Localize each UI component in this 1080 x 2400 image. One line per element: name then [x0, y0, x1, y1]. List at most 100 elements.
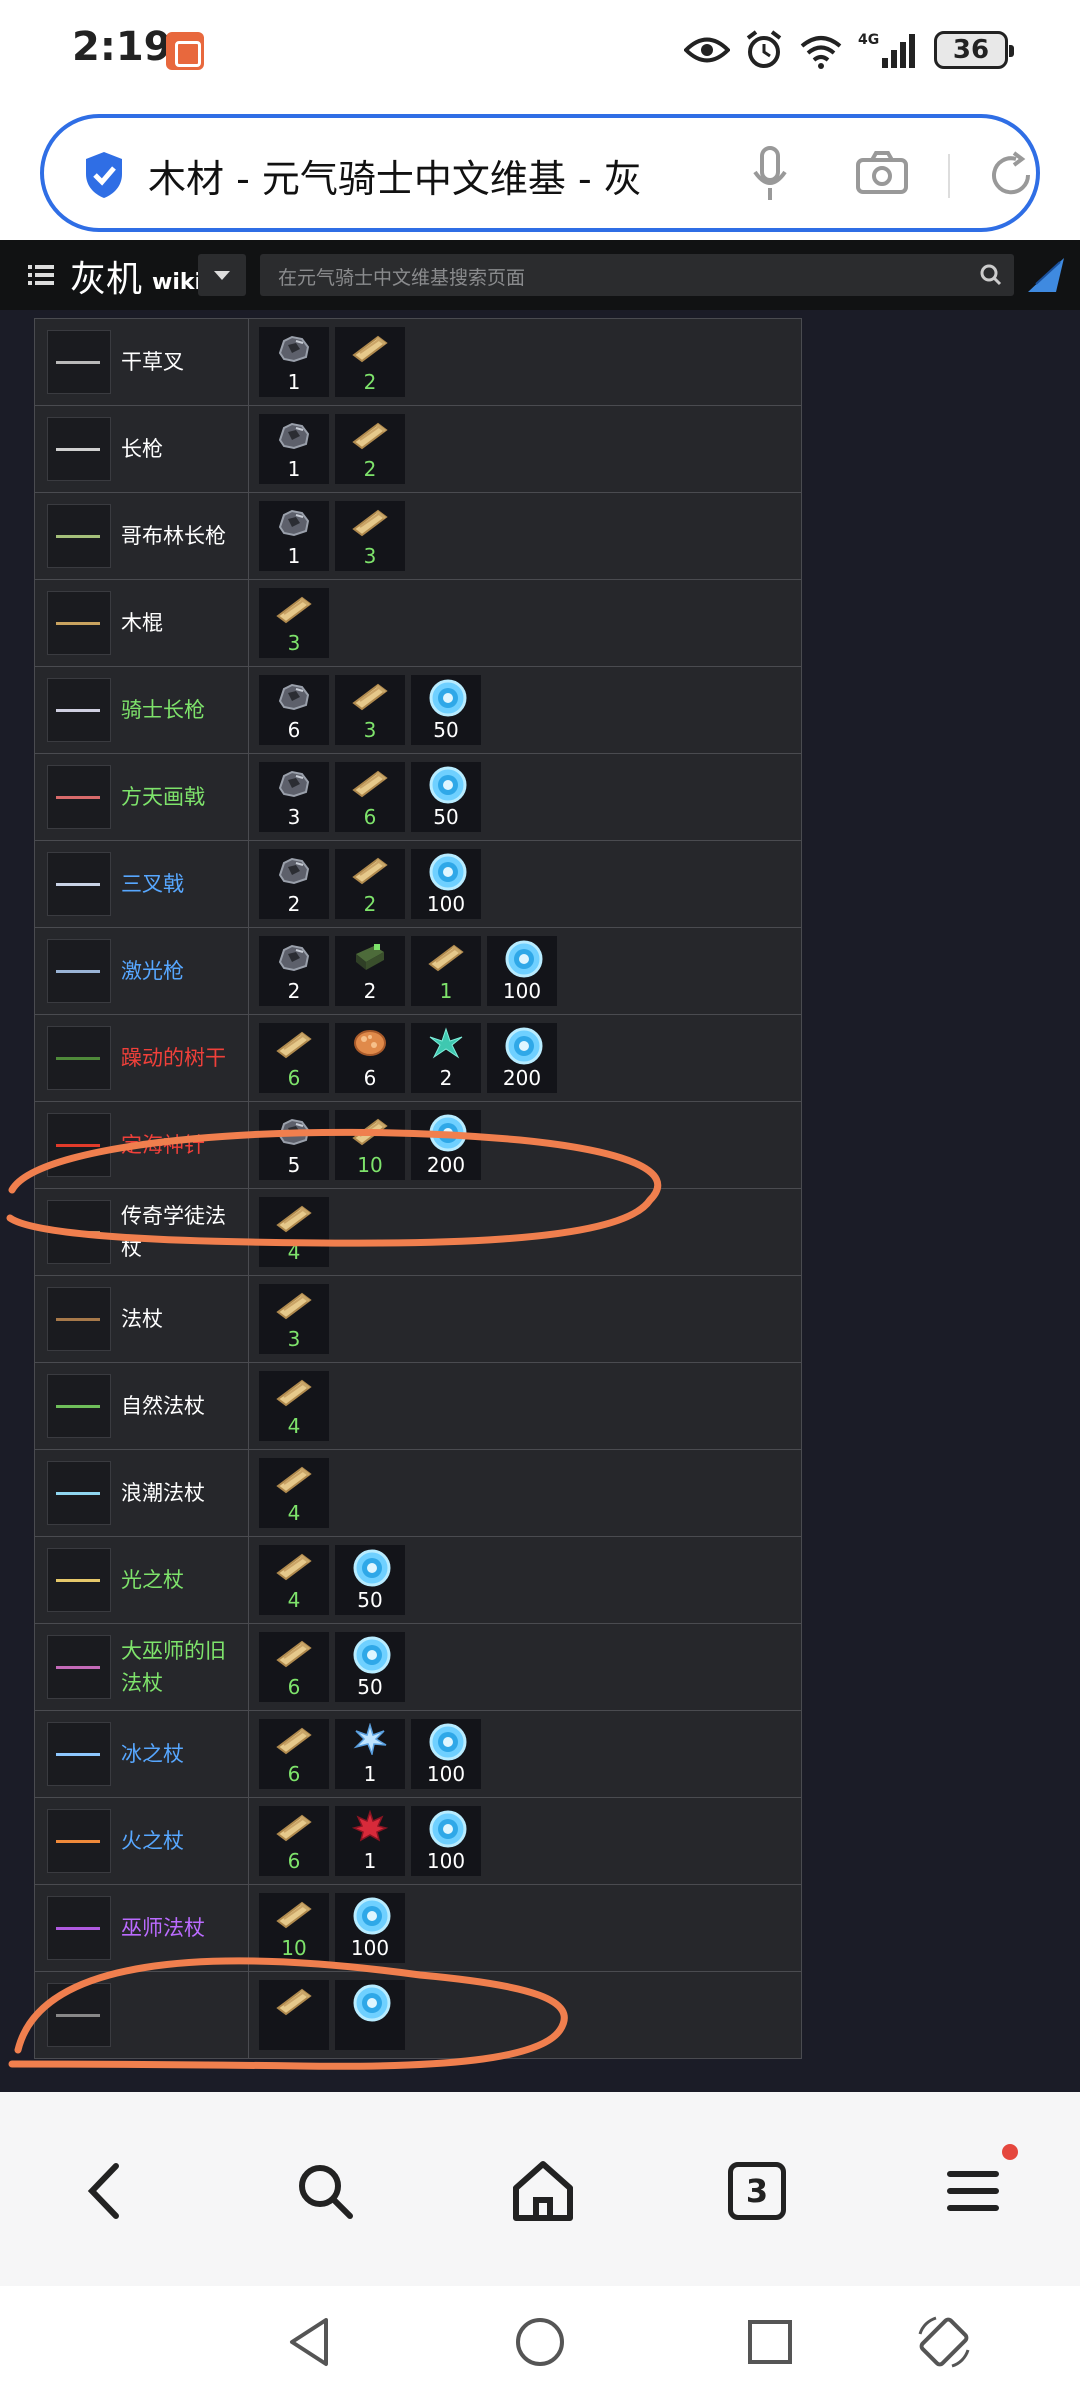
weapon-name-link[interactable]: 传奇学徒法杖 — [121, 1200, 238, 1264]
reload-icon[interactable] — [986, 150, 1036, 204]
material-item[interactable]: 200 — [487, 1023, 557, 1093]
material-item[interactable]: 10 — [259, 1893, 329, 1963]
material-item[interactable]: 1 — [259, 327, 329, 397]
weapon-name-link[interactable]: 哥布林长枪 — [121, 520, 226, 552]
weapon-name-link[interactable]: 法杖 — [121, 1303, 163, 1335]
weapon-name-link[interactable]: 三叉戟 — [121, 868, 184, 900]
material-item[interactable] — [335, 1980, 405, 2050]
material-item[interactable] — [259, 1980, 329, 2050]
material-item[interactable]: 4 — [259, 1197, 329, 1267]
weapon-icon[interactable] — [47, 1026, 111, 1090]
weapon-icon[interactable] — [47, 1200, 111, 1264]
weapon-icon[interactable] — [47, 417, 111, 481]
material-item[interactable]: 3 — [259, 588, 329, 658]
tabs-button[interactable]: 3 — [728, 2162, 786, 2220]
weapon-name-link[interactable]: 干草叉 — [121, 346, 184, 378]
nav-home-icon[interactable] — [512, 2314, 568, 2374]
material-item[interactable]: 2 — [335, 936, 405, 1006]
weapon-name-link[interactable]: 自然法杖 — [121, 1390, 205, 1422]
rotate-screen-icon[interactable] — [914, 2314, 974, 2374]
search-icon[interactable] — [290, 2156, 360, 2226]
material-item[interactable]: 3 — [335, 501, 405, 571]
material-item[interactable]: 4 — [259, 1458, 329, 1528]
nav-recents-icon[interactable] — [742, 2314, 798, 2374]
material-item[interactable]: 200 — [411, 1110, 481, 1180]
weapon-icon[interactable] — [47, 1287, 111, 1351]
brand-icon[interactable] — [1026, 256, 1066, 298]
weapon-name-link[interactable]: 冰之杖 — [121, 1738, 184, 1770]
weapon-icon[interactable] — [47, 1896, 111, 1960]
material-item[interactable]: 1 — [335, 1719, 405, 1789]
weapon-name-link[interactable]: 巫师法杖 — [121, 1912, 205, 1944]
material-item[interactable]: 6 — [259, 1632, 329, 1702]
material-item[interactable]: 50 — [335, 1632, 405, 1702]
material-item[interactable]: 2 — [259, 936, 329, 1006]
weapon-name-link[interactable]: 木棍 — [121, 607, 163, 639]
material-item[interactable]: 1 — [259, 414, 329, 484]
home-icon[interactable] — [508, 2156, 578, 2226]
material-item[interactable]: 6 — [335, 762, 405, 832]
weapon-icon[interactable] — [47, 504, 111, 568]
weapon-name-link[interactable]: 火之杖 — [121, 1825, 184, 1857]
material-item[interactable]: 50 — [411, 675, 481, 745]
weapon-icon[interactable] — [47, 1983, 111, 2047]
material-item[interactable]: 1 — [259, 501, 329, 571]
material-item[interactable]: 5 — [259, 1110, 329, 1180]
material-item[interactable]: 6 — [259, 1023, 329, 1093]
material-item[interactable]: 6 — [259, 1806, 329, 1876]
wiki-search-input[interactable]: 在元气骑士中文维基搜索页面 — [260, 254, 1014, 296]
material-item[interactable]: 6 — [335, 1023, 405, 1093]
material-item[interactable]: 2 — [335, 849, 405, 919]
material-item[interactable]: 6 — [259, 1719, 329, 1789]
material-item[interactable]: 3 — [259, 1284, 329, 1354]
material-item[interactable]: 100 — [411, 1806, 481, 1876]
weapon-icon[interactable] — [47, 678, 111, 742]
material-item[interactable]: 100 — [411, 1719, 481, 1789]
weapon-icon[interactable] — [47, 591, 111, 655]
weapon-icon[interactable] — [47, 1461, 111, 1525]
weapon-icon[interactable] — [47, 765, 111, 829]
material-item[interactable]: 6 — [259, 675, 329, 745]
weapon-icon[interactable] — [47, 1548, 111, 1612]
weapon-name-link[interactable]: 躁动的树干 — [121, 1042, 226, 1074]
weapon-icon[interactable] — [47, 852, 111, 916]
weapon-icon[interactable] — [47, 1113, 111, 1177]
menu-icon[interactable] — [938, 2156, 1008, 2226]
weapon-icon[interactable] — [47, 1722, 111, 1786]
weapon-icon[interactable] — [47, 939, 111, 1003]
material-item[interactable]: 100 — [487, 936, 557, 1006]
weapon-name-link[interactable]: 长枪 — [121, 433, 163, 465]
weapon-name-link[interactable]: 光之杖 — [121, 1564, 184, 1596]
material-item[interactable]: 50 — [411, 762, 481, 832]
shield-icon[interactable] — [82, 150, 126, 204]
material-item[interactable]: 3 — [335, 675, 405, 745]
weapon-name-link[interactable]: 骑士长枪 — [121, 694, 205, 726]
page-title-in-url[interactable]: 木材 - 元气骑士中文维基 - 灰 — [148, 148, 718, 198]
material-item[interactable]: 100 — [335, 1893, 405, 1963]
material-item[interactable]: 100 — [411, 849, 481, 919]
back-icon[interactable] — [72, 2156, 142, 2226]
material-item[interactable]: 4 — [259, 1545, 329, 1615]
weapon-name-link[interactable]: 浪潮法杖 — [121, 1477, 205, 1509]
material-item[interactable]: 1 — [335, 1806, 405, 1876]
weapon-name-link[interactable]: 大巫师的旧法杖 — [121, 1635, 238, 1699]
menu-icon[interactable] — [28, 260, 54, 290]
material-item[interactable]: 1 — [411, 936, 481, 1006]
material-item[interactable]: 3 — [259, 762, 329, 832]
material-item[interactable]: 2 — [259, 849, 329, 919]
material-item[interactable]: 2 — [411, 1023, 481, 1093]
material-item[interactable]: 2 — [335, 327, 405, 397]
material-item[interactable]: 4 — [259, 1371, 329, 1441]
weapon-icon[interactable] — [47, 1374, 111, 1438]
microphone-icon[interactable] — [752, 146, 788, 206]
weapon-icon[interactable] — [47, 330, 111, 394]
weapon-name-link[interactable]: 定海神针 — [121, 1129, 205, 1161]
material-item[interactable]: 10 — [335, 1110, 405, 1180]
address-bar[interactable]: 木材 - 元气骑士中文维基 - 灰 — [40, 114, 1040, 232]
weapon-name-link[interactable]: 激光枪 — [121, 955, 184, 987]
weapon-icon[interactable] — [47, 1809, 111, 1873]
wiki-dropdown-button[interactable] — [198, 254, 246, 296]
weapon-name-link[interactable]: 方天画戟 — [121, 781, 205, 813]
material-item[interactable]: 2 — [335, 414, 405, 484]
material-item[interactable]: 50 — [335, 1545, 405, 1615]
